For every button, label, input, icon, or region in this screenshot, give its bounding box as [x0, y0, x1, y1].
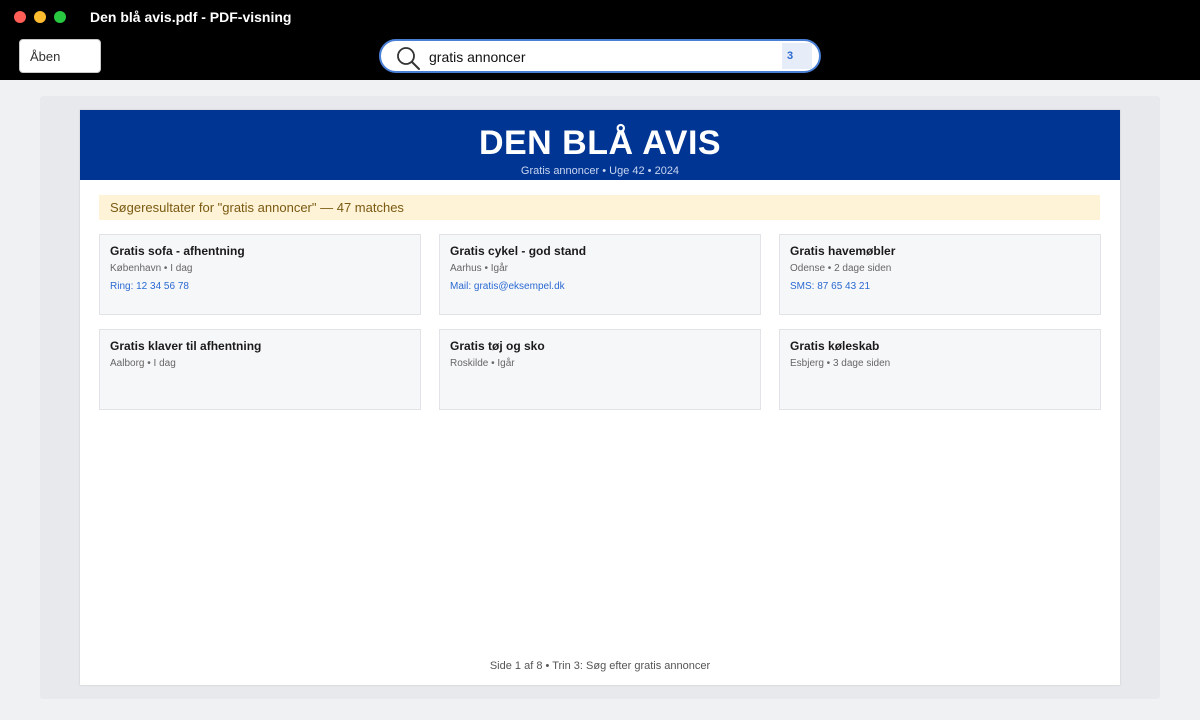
ad-contact[interactable]: Ring: 12 34 56 78 [110, 281, 189, 292]
ad-title: Gratis sofa - afhentning [110, 244, 245, 258]
zoom-window-button[interactable] [54, 11, 66, 23]
ad-title: Gratis cykel - god stand [450, 244, 587, 258]
title-bar: Den blå avis.pdf - PDF-visning Åben 3 [0, 0, 1200, 80]
ad-contact[interactable]: Mail: gratis@eksempel.dk [450, 281, 565, 292]
ad-meta: Odense • 2 dage siden [790, 263, 892, 274]
ad-card[interactable]: Gratis cykel - god stand Aarhus • Igår M… [439, 234, 761, 315]
search-box[interactable]: 3 [379, 39, 821, 73]
ad-meta: Esbjerg • 3 dage siden [790, 358, 891, 369]
window-title: Den blå avis.pdf - PDF-visning [90, 9, 292, 25]
ad-title: Gratis klaver til afhentning [110, 339, 262, 353]
ad-title: Gratis havemøbler [790, 244, 896, 258]
ad-card[interactable]: Gratis havemøbler Odense • 2 dage siden … [779, 234, 1101, 315]
ad-meta: Aalborg • I dag [110, 358, 176, 369]
masthead: DEN BLÅ AVIS Gratis annoncer • Uge 42 • … [80, 110, 1120, 180]
ad-title: Gratis tøj og sko [450, 339, 545, 353]
ad-meta: København • I dag [110, 263, 193, 274]
search-results-banner: Søgeresultater for "gratis annoncer" — 4… [99, 195, 1100, 220]
open-button[interactable]: Åben [19, 39, 101, 73]
ad-card[interactable]: Gratis tøj og sko Roskilde • Igår [439, 329, 761, 410]
ad-card[interactable]: Gratis klaver til afhentning Aalborg • I… [99, 329, 421, 410]
match-count-badge: 3 [782, 43, 812, 69]
masthead-title: DEN BLÅ AVIS [478, 124, 722, 162]
ad-title: Gratis køleskab [790, 339, 880, 353]
page-footer: Side 1 af 8 • Trin 3: Søg efter gratis a… [489, 660, 711, 672]
ad-card[interactable]: Gratis køleskab Esbjerg • 3 dage siden [779, 329, 1101, 410]
masthead-subtitle: Gratis annoncer • Uge 42 • 2024 [520, 165, 680, 177]
pdf-page: DEN BLÅ AVIS Gratis annoncer • Uge 42 • … [80, 110, 1120, 685]
ad-meta: Roskilde • Igår [450, 358, 515, 369]
ad-meta: Aarhus • Igår [450, 263, 508, 274]
ad-card[interactable]: Gratis sofa - afhentning København • I d… [99, 234, 421, 315]
close-window-button[interactable] [14, 11, 26, 23]
search-input[interactable] [429, 47, 769, 67]
search-icon [395, 45, 421, 71]
ad-contact[interactable]: SMS: 87 65 43 21 [790, 281, 870, 292]
minimize-window-button[interactable] [34, 11, 46, 23]
